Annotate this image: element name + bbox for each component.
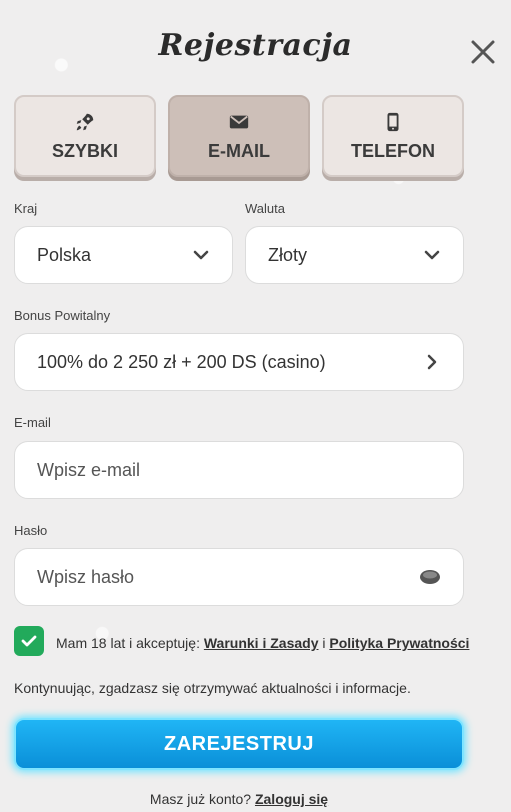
rocket-icon [76, 113, 94, 130]
eye-icon[interactable] [419, 566, 441, 588]
currency-label: Waluta [245, 201, 285, 216]
terms-text: Mam 18 lat i akceptuję: Warunki i Zasady… [56, 635, 469, 651]
terms-checkbox[interactable] [14, 626, 44, 656]
terms-conditions-link[interactable]: Warunki i Zasady [204, 635, 319, 651]
password-field[interactable]: Wpisz hasło [14, 548, 464, 606]
terms-prefix: Mam 18 lat i akceptuję: [56, 635, 204, 651]
email-label: E-mail [14, 415, 51, 430]
registration-tabs: SZYBKI E-MAIL TELEFON [14, 95, 464, 177]
password-label: Hasło [14, 523, 48, 538]
tab-phone[interactable]: TELEFON [322, 95, 464, 177]
password-placeholder: Wpisz hasło [37, 566, 135, 587]
tab-email-label: E-MAIL [208, 140, 270, 161]
login-link[interactable]: Zaloguj się [255, 791, 328, 807]
register-button[interactable]: ZAREJESTRUJ [14, 718, 464, 770]
email-placeholder: Wpisz e-mail [37, 459, 141, 480]
page-title: Rejestracja [158, 28, 353, 63]
currency-select[interactable]: Złoty [245, 226, 464, 284]
email-field[interactable]: Wpisz e-mail [14, 441, 464, 499]
currency-value: Złoty [268, 244, 308, 265]
tab-quick-label: SZYBKI [51, 140, 118, 161]
phone-icon [387, 112, 399, 131]
info-text: Kontynuując, zgadzasz się otrzymywać akt… [14, 680, 411, 696]
checkmark-icon [21, 635, 37, 647]
login-prompt: Masz już konto? Zaloguj się [0, 791, 478, 807]
bonus-label: Bonus Powitalny [14, 308, 111, 323]
bonus-select[interactable]: 100% do 2 250 zł + 200 DS (casino) [14, 333, 464, 391]
chevron-down-icon [193, 250, 209, 260]
country-select[interactable]: Polska [14, 226, 233, 284]
terms-between: i [318, 635, 330, 651]
chevron-right-icon [427, 354, 437, 370]
country-label: Kraj [14, 201, 38, 216]
tab-email[interactable]: E-MAIL [168, 95, 310, 177]
chevron-down-icon [424, 250, 440, 260]
privacy-policy-link[interactable]: Polityka Prywatności [329, 635, 469, 651]
country-value: Polska [37, 244, 92, 265]
tab-phone-label: TELEFON [351, 140, 435, 161]
login-question: Masz już konto? [149, 791, 255, 807]
tab-quick[interactable]: SZYBKI [14, 95, 156, 177]
close-icon[interactable] [469, 38, 497, 66]
envelope-icon [229, 115, 249, 128]
bonus-value: 100% do 2 250 zł + 200 DS (casino) [37, 351, 326, 372]
